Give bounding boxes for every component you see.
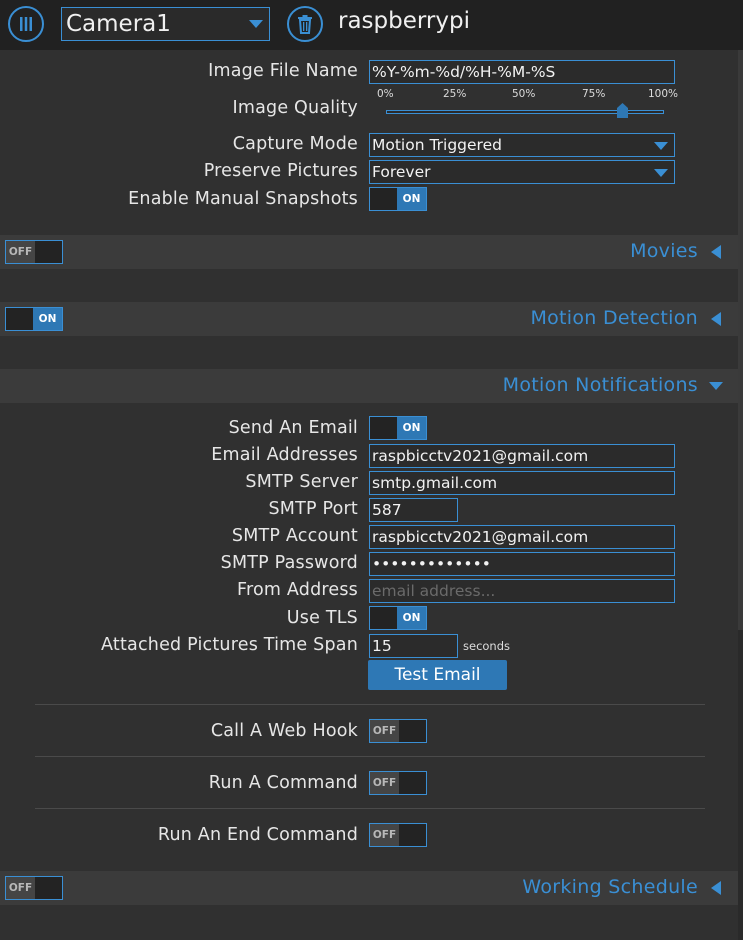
test-email-button[interactable]: Test Email <box>368 660 507 690</box>
web-hook-label: Call A Web Hook <box>210 721 358 741</box>
scrollbar-thumb[interactable] <box>738 50 743 630</box>
toggle-state: ON <box>397 417 426 439</box>
manual-snapshots-label: Enable Manual Snapshots <box>128 189 358 209</box>
smtp-port-input[interactable] <box>369 498 458 522</box>
divider <box>35 704 705 705</box>
chevron-left-icon <box>711 312 721 326</box>
run-command-toggle[interactable]: OFF <box>369 771 427 795</box>
preserve-pictures-select[interactable]: Forever <box>369 160 675 184</box>
toggle-state: OFF <box>370 824 399 846</box>
toggle-state: OFF <box>370 772 399 794</box>
toggle-state: ON <box>33 308 62 330</box>
slider-tick-25: 25% <box>443 88 467 100</box>
capture-mode-value: Motion Triggered <box>372 136 502 154</box>
divider <box>35 808 705 809</box>
motion-notifications-section-header[interactable]: Motion Notifications <box>0 369 738 403</box>
time-span-unit: seconds <box>463 639 511 653</box>
manual-snapshots-toggle[interactable]: ON <box>369 187 427 211</box>
camera-select-value: Camera1 <box>66 11 171 37</box>
chevron-down-icon <box>654 142 668 150</box>
chevron-down-icon <box>709 382 723 390</box>
slider-handle[interactable] <box>616 103 628 118</box>
capture-mode-select[interactable]: Motion Triggered <box>369 133 675 157</box>
web-hook-toggle[interactable]: OFF <box>369 719 427 743</box>
image-file-name-label: Image File Name <box>208 61 358 81</box>
chevron-down-icon <box>654 169 668 177</box>
image-quality-label: Image Quality <box>232 98 358 118</box>
movies-toggle[interactable]: OFF <box>5 240 63 264</box>
slider-tick-0: 0% <box>377 88 394 100</box>
smtp-port-label: SMTP Port <box>268 499 358 519</box>
smtp-password-input[interactable] <box>369 552 675 576</box>
motion-detection-section-header[interactable]: ON Motion Detection <box>0 302 738 336</box>
run-end-command-label: Run An End Command <box>157 825 358 845</box>
toggle-state: OFF <box>6 241 35 263</box>
time-span-input[interactable] <box>369 634 458 658</box>
smtp-server-input[interactable] <box>369 471 675 495</box>
chevron-down-icon <box>249 20 263 28</box>
chevron-left-icon <box>711 881 721 895</box>
from-address-label: From Address <box>236 580 358 600</box>
chevron-left-icon <box>711 245 721 259</box>
use-tls-label: Use TLS <box>286 608 358 628</box>
slider-tick-75: 75% <box>582 88 606 100</box>
toggle-state: OFF <box>6 877 35 899</box>
toggle-state: ON <box>397 188 426 210</box>
smtp-account-label: SMTP Account <box>231 526 358 546</box>
run-command-label: Run A Command <box>208 773 358 793</box>
movies-title: Movies <box>630 240 698 262</box>
camera-select[interactable]: Camera1 <box>61 7 270 41</box>
capture-mode-label: Capture Mode <box>232 134 358 154</box>
hostname-label: raspberrypi <box>338 8 470 34</box>
email-addresses-input[interactable] <box>369 444 675 468</box>
image-file-name-input[interactable] <box>369 60 675 84</box>
preserve-pictures-label: Preserve Pictures <box>203 161 358 181</box>
working-schedule-section-header[interactable]: OFF Working Schedule <box>0 871 738 905</box>
slider-tick-50: 50% <box>512 88 536 100</box>
toggle-state: ON <box>397 607 426 629</box>
send-email-label: Send An Email <box>228 418 358 438</box>
run-end-command-toggle[interactable]: OFF <box>369 823 427 847</box>
slider-tick-100: 100% <box>648 88 679 100</box>
email-addresses-label: Email Addresses <box>211 445 358 465</box>
time-span-label: Attached Pictures Time Span <box>101 635 358 655</box>
divider <box>35 756 705 757</box>
motion-detection-title: Motion Detection <box>530 307 698 329</box>
preserve-pictures-value: Forever <box>372 163 431 181</box>
toggle-state: OFF <box>370 720 399 742</box>
from-address-input[interactable] <box>369 579 675 603</box>
working-schedule-toggle[interactable]: OFF <box>5 876 63 900</box>
top-bar: Camera1 raspberrypi <box>0 0 743 50</box>
menu-bars-icon[interactable] <box>8 6 44 42</box>
movies-section-header[interactable]: OFF Movies <box>0 235 738 269</box>
use-tls-toggle[interactable]: ON <box>369 606 427 630</box>
smtp-password-label: SMTP Password <box>220 553 358 573</box>
smtp-server-label: SMTP Server <box>245 472 358 492</box>
motion-detection-toggle[interactable]: ON <box>5 307 63 331</box>
trash-icon[interactable] <box>287 6 323 42</box>
working-schedule-title: Working Schedule <box>522 876 698 898</box>
scrollbar[interactable] <box>738 50 743 940</box>
motion-notifications-title: Motion Notifications <box>502 374 698 396</box>
send-email-toggle[interactable]: ON <box>369 416 427 440</box>
smtp-account-input[interactable] <box>369 525 675 549</box>
